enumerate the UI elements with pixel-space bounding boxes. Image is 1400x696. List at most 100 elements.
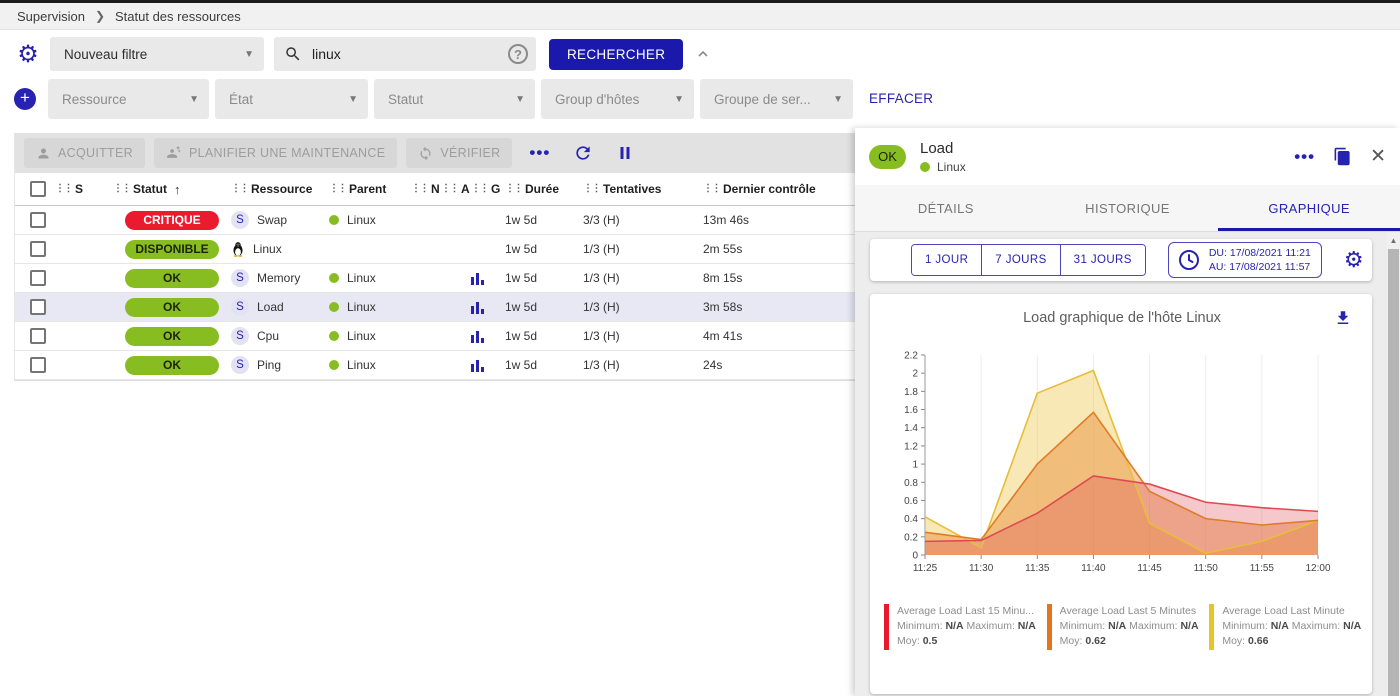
check-button[interactable]: VÉRIFIER [406,138,512,168]
tries-cell: 1/3 (H) [583,358,703,372]
more-actions-icon[interactable]: ••• [529,143,550,163]
add-criteria-button[interactable]: + [14,88,36,110]
collapse-filters-chevron-icon[interactable] [695,46,711,62]
graph-icon[interactable] [471,272,484,285]
row-checkbox[interactable] [30,270,46,286]
column-header-tries[interactable]: ⋮⋮Tentatives [583,182,703,196]
legend-item-load5[interactable]: Average Load Last 5 Minutes Minimum: N/A… [1047,604,1200,650]
svg-text:1.2: 1.2 [904,441,918,452]
maintenance-label: PLANIFIER UNE MAINTENANCE [189,146,385,160]
column-header-lastcheck[interactable]: ⋮⋮Dernier contrôle [703,182,853,196]
row-checkbox[interactable] [30,212,46,228]
legend-item-load15[interactable]: Average Load Last 15 Minu... Minimum: N/… [884,604,1037,650]
saved-filter-select[interactable]: Nouveau filtre ▼ [50,37,264,71]
breadcrumb-item-supervision[interactable]: Supervision [17,9,85,24]
table-row[interactable]: OK SMemory Linux 1w 5d 1/3 (H) 8m 15s [15,264,855,293]
column-header-notes[interactable]: ⋮⋮N [411,182,441,196]
parent-status-dot-icon [329,302,339,312]
criteria-label: Group d'hôtes [555,92,639,107]
maintenance-button[interactable]: PLANIFIER UNE MAINTENANCE [154,138,397,168]
graph-card: Load graphique de l'hôte Linux 11:2511:3… [870,294,1372,694]
search-input[interactable] [312,46,508,62]
pause-icon[interactable] [616,144,634,162]
row-checkbox[interactable] [30,328,46,344]
select-all-checkbox[interactable] [30,181,46,197]
column-header-parent[interactable]: ⋮⋮Parent [329,182,411,196]
search-field[interactable]: ? [274,37,536,71]
row-checkbox[interactable] [30,241,46,257]
legend-item-load1[interactable]: Average Load Last Minute Minimum: N/A Ma… [1209,604,1362,650]
tab-graph[interactable]: GRAPHIQUE [1218,185,1400,231]
linux-penguin-icon [231,241,245,257]
breadcrumb-item-statut[interactable]: Statut des ressources [115,9,241,24]
panel-more-actions-icon[interactable]: ••• [1294,147,1315,167]
criteria-state-select[interactable]: État ▼ [215,79,368,119]
panel-header: OK Load Linux ••• ✕ [855,128,1400,185]
column-header-action[interactable]: ⋮⋮A [441,182,471,196]
clear-filters-button[interactable]: EFFACER [869,91,933,106]
graph-settings-gear-icon[interactable]: ⚙ [1344,247,1364,273]
criteria-servicegroup-select[interactable]: Groupe de ser... ▼ [700,79,853,119]
scroll-up-arrow-icon[interactable]: ▲ [1387,232,1400,248]
drag-handle-icon: ⋮⋮ [329,184,346,194]
criteria-label: Ressource [62,92,127,107]
parent-name: Linux [347,358,376,372]
time-1day-button[interactable]: 1 JOUR [912,245,981,275]
saved-filter-value: Nouveau filtre [64,47,147,62]
column-header-severity[interactable]: ⋮⋮S [55,182,113,196]
svg-text:11:50: 11:50 [1194,563,1219,574]
criteria-status-select[interactable]: Statut ▼ [374,79,535,119]
criteria-hostgroup-select[interactable]: Group d'hôtes ▼ [541,79,694,119]
svg-text:12:00: 12:00 [1305,563,1330,574]
time-31days-button[interactable]: 31 JOURS [1060,245,1145,275]
graph-icon[interactable] [471,330,484,343]
scrollbar-thumb[interactable] [1388,249,1399,696]
status-badge: OK [125,327,219,346]
table-row[interactable]: DISPONIBLE Linux 1w 5d 1/3 (H) 2m 55s [15,235,855,264]
tries-cell: 3/3 (H) [583,213,703,227]
chart-legend: Average Load Last 15 Minu... Minimum: N/… [870,598,1372,650]
table-row-selected[interactable]: OK SLoad Linux 1w 5d 1/3 (H) 3m 58s [15,293,855,322]
table-row[interactable]: OK SPing Linux 1w 5d 1/3 (H) 24s [15,351,855,380]
column-header-duration[interactable]: ⋮⋮Durée [505,182,583,196]
filter-row-primary: ⚙ Nouveau filtre ▼ ? RECHERCHER [14,37,711,71]
graph-icon[interactable] [471,359,484,372]
parent-status-dot-icon [920,162,930,172]
panel-tabs: DÉTAILS HISTORIQUE GRAPHIQUE [855,185,1400,232]
acknowledge-button[interactable]: ACQUITTER [24,138,145,168]
date-to-value: 17/08/2021 11:57 [1229,261,1310,273]
custom-date-range[interactable]: DU: 17/08/2021 11:21 AU: 17/08/2021 11:5… [1168,242,1322,278]
column-header-resource[interactable]: ⋮⋮Ressource [231,182,329,196]
drag-handle-icon: ⋮⋮ [703,184,720,194]
status-badge: CRITIQUE [125,211,219,230]
duration-cell: 1w 5d [505,213,583,227]
lastcheck-cell: 13m 46s [703,213,853,227]
drag-handle-icon: ⋮⋮ [231,184,248,194]
panel-scrollbar[interactable]: ▲ [1387,232,1400,696]
search-button[interactable]: RECHERCHER [549,39,683,70]
graph-icon[interactable] [471,301,484,314]
refresh-icon[interactable] [573,143,593,163]
filter-settings-gear-icon[interactable]: ⚙ [14,40,42,68]
column-header-status[interactable]: ⋮⋮Statut↑ [113,182,231,197]
column-header-graph[interactable]: ⋮⋮G [471,182,505,196]
time-range-card: 1 JOUR 7 JOURS 31 JOURS DU: 17/08/2021 1… [870,239,1372,281]
copy-link-icon[interactable] [1333,147,1352,166]
download-icon[interactable] [1334,309,1352,327]
svg-text:0.8: 0.8 [904,478,918,489]
svg-text:11:30: 11:30 [969,563,994,574]
svg-text:1.6: 1.6 [904,405,918,416]
search-help-icon[interactable]: ? [508,44,528,64]
criteria-resource-select[interactable]: Ressource ▼ [48,79,209,119]
close-icon[interactable]: ✕ [1370,145,1386,168]
table-row[interactable]: CRITIQUE SSwap Linux 1w 5d 3/3 (H) 13m 4… [15,206,855,235]
table-row[interactable]: OK SCpu Linux 1w 5d 1/3 (H) 4m 41s [15,322,855,351]
time-7days-button[interactable]: 7 JOURS [981,245,1059,275]
svg-text:0.6: 0.6 [904,496,918,507]
legend-name: Average Load Last 5 Minutes [1060,604,1199,619]
row-checkbox[interactable] [30,357,46,373]
row-checkbox[interactable] [30,299,46,315]
tab-details[interactable]: DÉTAILS [855,185,1037,231]
tab-history[interactable]: HISTORIQUE [1037,185,1219,231]
svg-text:11:40: 11:40 [1081,563,1106,574]
